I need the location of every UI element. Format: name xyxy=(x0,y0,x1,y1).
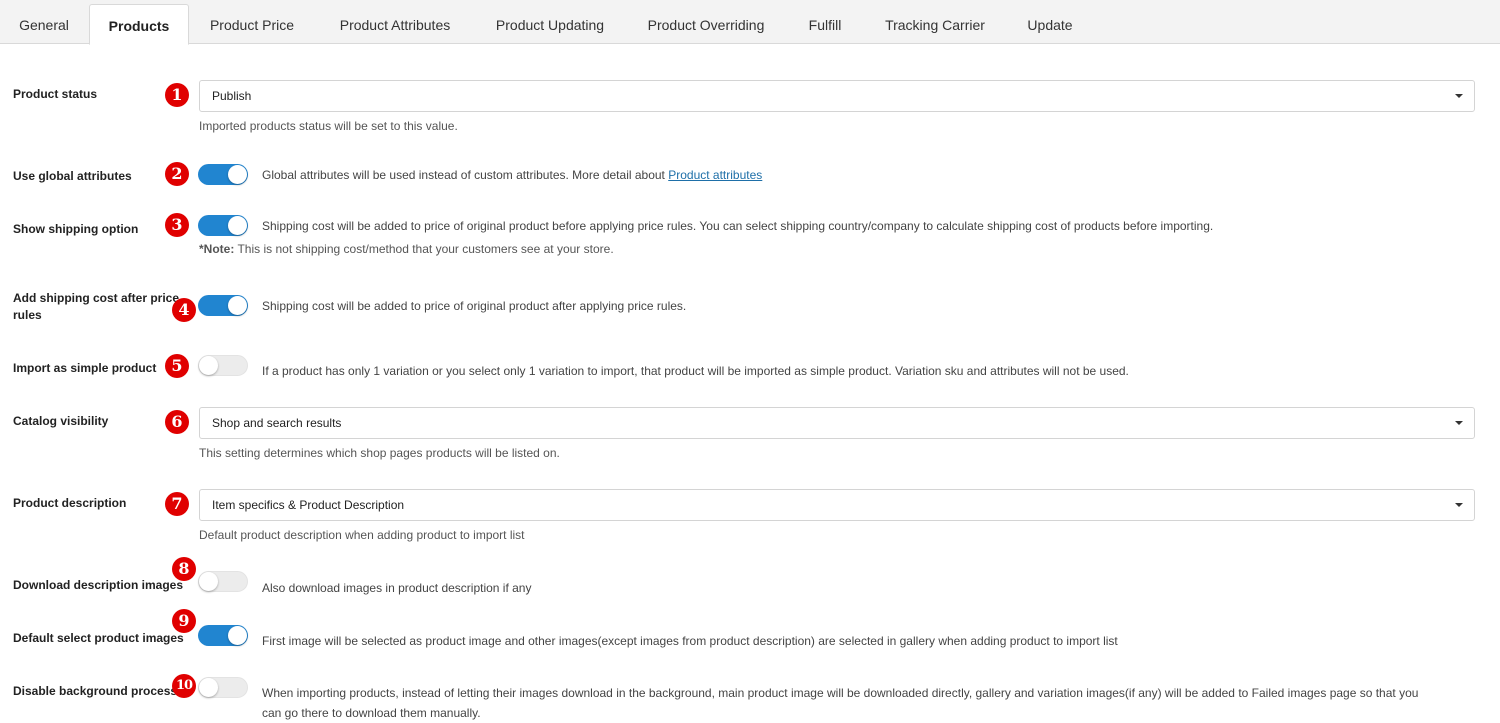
toggle-knob xyxy=(228,296,247,315)
shipping-note-text: This is not shipping cost/method that yo… xyxy=(237,242,614,256)
disable-background-process-desc: When importing products, instead of lett… xyxy=(262,683,1418,723)
toggle-knob xyxy=(199,678,218,697)
disable-background-desc-line1: When importing products, instead of lett… xyxy=(262,686,1419,700)
tab-tracking-carrier[interactable]: Tracking Carrier xyxy=(864,4,1006,44)
use-global-attributes-desc: Global attributes will be used instead o… xyxy=(262,165,762,185)
tab-product-updating[interactable]: Product Updating xyxy=(476,4,624,44)
toggle-knob xyxy=(228,165,247,184)
toggle-knob xyxy=(199,356,218,375)
chevron-down-icon xyxy=(1455,503,1463,507)
catalog-visibility-value: Shop and search results xyxy=(212,416,342,430)
import-as-simple-toggle[interactable] xyxy=(198,355,248,376)
tab-product-attributes[interactable]: Product Attributes xyxy=(316,4,474,44)
download-desc-images-toggle[interactable] xyxy=(198,571,248,592)
step-badge-2: 2 xyxy=(165,162,189,186)
step-badge-6: 6 xyxy=(165,410,189,434)
import-as-simple-label: Import as simple product xyxy=(13,361,157,375)
shipping-note-label: *Note: xyxy=(199,242,235,256)
toggle-knob xyxy=(228,216,247,235)
tab-product-overriding[interactable]: Product Overriding xyxy=(626,4,786,44)
add-shipping-after-rules-desc: Shipping cost will be added to price of … xyxy=(262,299,687,313)
toggle-knob xyxy=(228,626,247,645)
toggle-knob xyxy=(199,572,218,591)
product-description-help: Default product description when adding … xyxy=(199,528,525,542)
download-desc-images-desc: Also download images in product descript… xyxy=(262,581,532,595)
add-shipping-after-rules-toggle[interactable] xyxy=(198,295,248,316)
product-description-select[interactable]: Item specifics & Product Description xyxy=(199,489,1475,521)
product-attributes-link[interactable]: Product attributes xyxy=(668,168,762,182)
default-select-images-toggle[interactable] xyxy=(198,625,248,646)
product-description-value: Item specifics & Product Description xyxy=(212,498,405,512)
default-select-images-desc: First image will be selected as product … xyxy=(262,634,1118,648)
chevron-down-icon xyxy=(1455,421,1463,425)
product-status-value: Publish xyxy=(212,89,252,103)
tab-update[interactable]: Update xyxy=(1008,4,1092,44)
product-status-select[interactable]: Publish xyxy=(199,80,1475,112)
download-desc-images-label: Download description images xyxy=(13,578,184,592)
show-shipping-option-desc: Shipping cost will be added to price of … xyxy=(262,219,1214,233)
disable-background-process-toggle[interactable] xyxy=(198,677,248,698)
step-badge-10: 10 xyxy=(172,674,196,698)
step-badge-5: 5 xyxy=(165,354,189,378)
catalog-visibility-label: Catalog visibility xyxy=(13,414,109,428)
product-description-label: Product description xyxy=(13,496,127,510)
step-badge-1: 1 xyxy=(165,83,189,107)
chevron-down-icon xyxy=(1455,94,1463,98)
add-shipping-after-rules-label: Add shipping cost after price rules xyxy=(13,290,179,324)
step-badge-9: 9 xyxy=(172,609,196,633)
default-select-images-label: Default select product images xyxy=(13,631,184,645)
tab-products[interactable]: Products xyxy=(89,4,189,45)
disable-background-process-label: Disable background process xyxy=(13,684,178,698)
use-global-attributes-text: Global attributes will be used instead o… xyxy=(262,168,665,182)
use-global-attributes-toggle[interactable] xyxy=(198,164,248,185)
catalog-visibility-help: This setting determines which shop pages… xyxy=(199,446,560,460)
tab-general[interactable]: General xyxy=(0,4,88,44)
product-status-help: Imported products status will be set to … xyxy=(199,119,458,133)
step-badge-3: 3 xyxy=(165,213,189,237)
add-shipping-label-line2: rules xyxy=(13,308,42,322)
step-badge-4: 4 xyxy=(172,298,196,322)
catalog-visibility-select[interactable]: Shop and search results xyxy=(199,407,1475,439)
use-global-attributes-label: Use global attributes xyxy=(13,169,132,183)
product-status-label: Product status xyxy=(13,87,98,101)
shipping-note: *Note: This is not shipping cost/method … xyxy=(199,241,614,258)
add-shipping-label-line1: Add shipping cost after price xyxy=(13,291,180,305)
show-shipping-option-toggle[interactable] xyxy=(198,215,248,236)
settings-tab-bar: General Products Product Price Product A… xyxy=(0,0,1500,45)
show-shipping-option-label: Show shipping option xyxy=(13,222,139,236)
tab-product-price[interactable]: Product Price xyxy=(190,4,314,44)
disable-background-desc-line2: can go there to download them manually. xyxy=(262,706,481,720)
tab-fulfill[interactable]: Fulfill xyxy=(788,4,862,44)
import-as-simple-desc: If a product has only 1 variation or you… xyxy=(262,364,1129,378)
step-badge-7: 7 xyxy=(165,492,189,516)
step-badge-8: 8 xyxy=(172,557,196,581)
